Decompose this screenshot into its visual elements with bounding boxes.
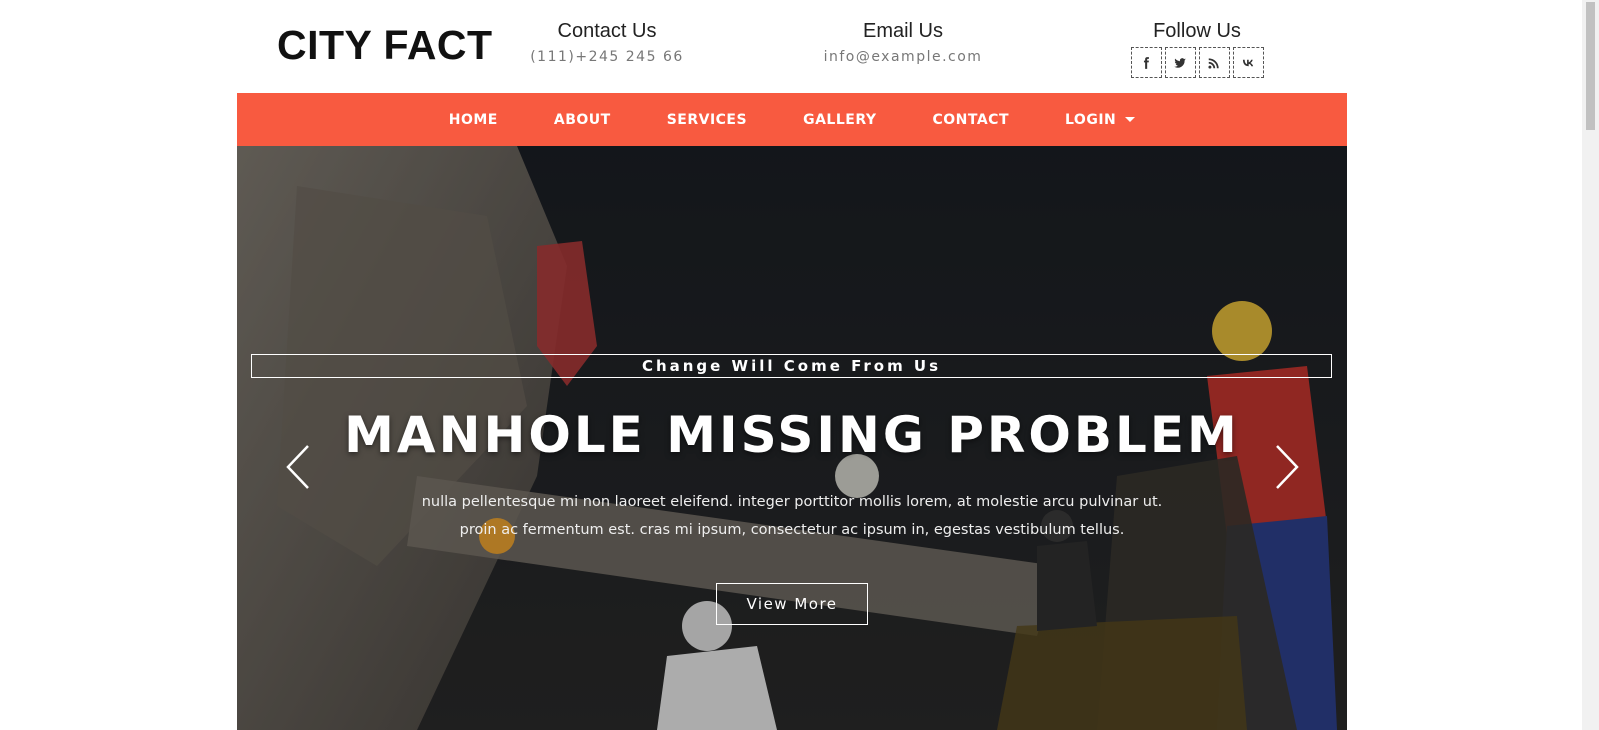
- nav-login-label: LOGIN: [1065, 111, 1117, 128]
- site-header: CITY FACT Contact Us (111)+245 245 66 Em…: [237, 0, 1347, 93]
- caret-down-icon: [1125, 117, 1136, 122]
- twitter-link[interactable]: [1164, 47, 1196, 78]
- hero-tagline: Change Will Come From Us: [641, 357, 942, 375]
- contact-phone: (111)+245 245 66: [530, 49, 684, 65]
- chevron-right-icon: [1276, 445, 1299, 489]
- nav-about[interactable]: ABOUT: [526, 112, 639, 128]
- scrollbar-thumb[interactable]: [1586, 2, 1595, 130]
- follow-title: Follow Us: [1153, 20, 1241, 42]
- email-title: Email Us: [862, 20, 943, 42]
- hero-title: MANHOLE MISSING PROBLEM: [344, 406, 1240, 464]
- tagline-box: Change Will Come From Us: [251, 354, 1332, 378]
- nav-contact[interactable]: CONTACT: [904, 112, 1037, 128]
- facebook-link[interactable]: [1130, 47, 1162, 78]
- social-links: [1082, 47, 1312, 78]
- email-block: Email Us info@example.com: [773, 20, 1033, 65]
- hero-description: nulla pellentesque mi non laoreet eleife…: [421, 494, 1163, 538]
- rss-icon: [1208, 57, 1219, 69]
- nav-gallery[interactable]: GALLERY: [775, 112, 904, 128]
- view-more-button[interactable]: View More: [716, 583, 868, 625]
- contact-block: Contact Us (111)+245 245 66: [497, 20, 717, 65]
- follow-block: Follow Us: [1082, 20, 1312, 78]
- main-nav: HOME ABOUT SERVICES GALLERY CONTACT LOGI…: [237, 93, 1347, 146]
- chevron-left-icon: [286, 445, 309, 489]
- facebook-icon: [1143, 56, 1149, 69]
- hero-slider: Change Will Come From Us MANHOLE MISSING…: [237, 146, 1347, 730]
- page-scrollbar[interactable]: [1582, 0, 1599, 730]
- vk-icon: [1242, 59, 1254, 66]
- nav-services[interactable]: SERVICES: [639, 112, 775, 128]
- site-logo[interactable]: CITY FACT: [277, 22, 493, 69]
- nav-login-dropdown[interactable]: LOGIN: [1037, 112, 1163, 128]
- nav-home[interactable]: HOME: [421, 112, 526, 128]
- email-address[interactable]: info@example.com: [773, 49, 1033, 65]
- vk-link[interactable]: [1232, 47, 1264, 78]
- rss-link[interactable]: [1198, 47, 1230, 78]
- twitter-icon: [1174, 57, 1186, 68]
- contact-title: Contact Us: [557, 20, 657, 42]
- slider-next-button[interactable]: [1273, 444, 1301, 490]
- slider-prev-button[interactable]: [284, 444, 312, 490]
